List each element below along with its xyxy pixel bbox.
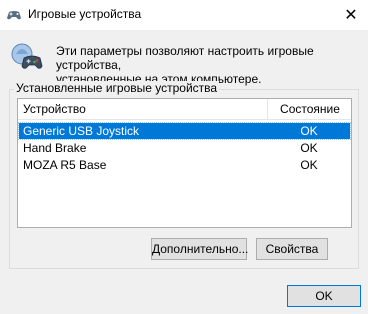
device-status: OK [300,141,318,155]
description-text: Эти параметры позволяют настроить игровы… [56,44,314,86]
gamepad-icon [6,8,22,22]
column-header-status[interactable]: Состояние [267,99,352,119]
list-header: Устройство Состояние [18,99,351,120]
group-label: Установленные игровые устройства [14,81,220,95]
device-name: Hand Brake [23,141,87,155]
close-icon: ✕ [344,7,358,24]
device-status: OK [300,158,318,172]
list-item[interactable]: Hand Brake OK [19,140,350,156]
close-button[interactable]: ✕ [334,0,368,30]
column-header-device[interactable]: Устройство [23,99,263,119]
properties-button[interactable]: Свойства [256,238,328,260]
game-controller-icon [10,40,44,72]
device-status: OK [300,124,318,138]
ok-button[interactable]: OK [287,285,361,307]
device-name: Generic USB Joystick [23,124,140,138]
advanced-button[interactable]: Дополнительно... [151,238,248,260]
device-name: MOZA R5 Base [23,158,107,172]
list-item[interactable]: MOZA R5 Base OK [19,157,350,173]
game-controllers-dialog: Игровые устройства ✕ Эти параметры позво… [0,0,368,314]
title-bar: Игровые устройства ✕ [0,0,368,30]
window-title: Игровые устройства [28,7,142,21]
devices-list[interactable]: Устройство Состояние Generic USB Joystic… [17,98,352,228]
list-item[interactable]: Generic USB Joystick OK [18,122,351,140]
